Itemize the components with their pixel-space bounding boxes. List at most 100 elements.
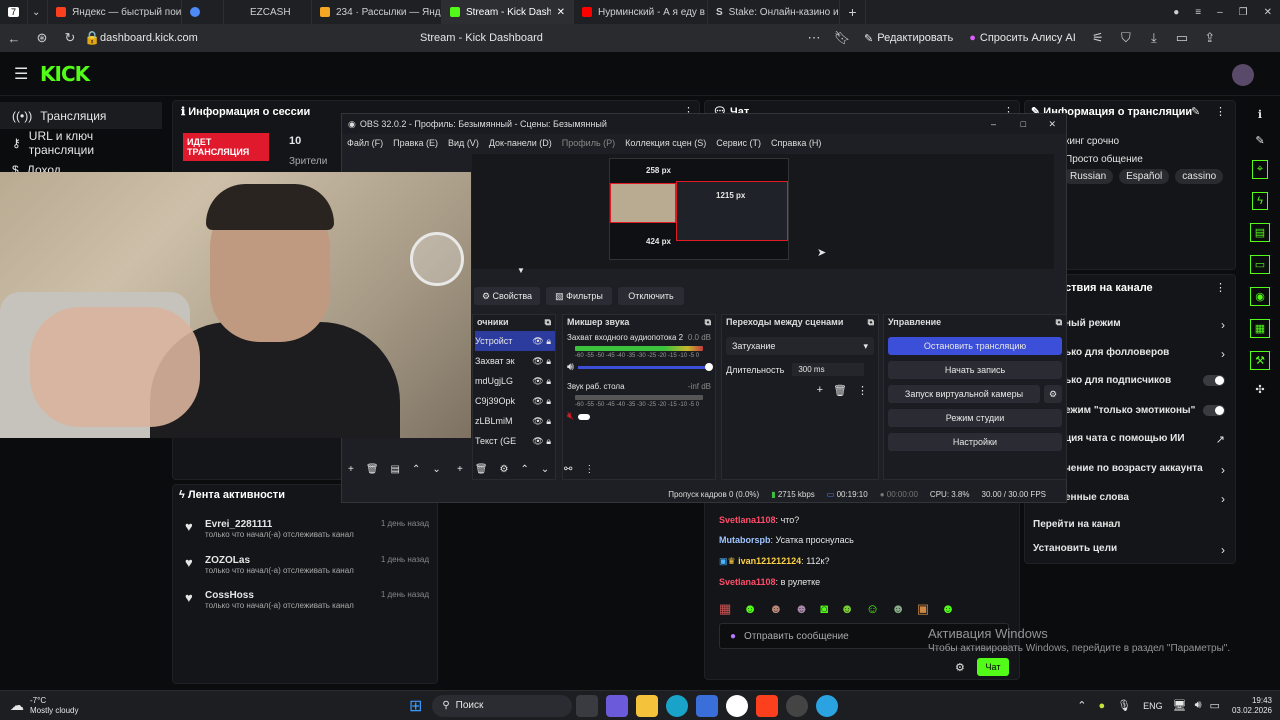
bookmark-icon[interactable]: 🔖︎: [828, 30, 856, 46]
emote-icon[interactable]: ▣: [917, 601, 929, 617]
reload-icon[interactable]: ↻: [56, 30, 84, 46]
obs-minimize-icon[interactable]: –: [991, 119, 996, 129]
menu-icon[interactable]: ≡: [1187, 0, 1209, 24]
duration-input[interactable]: 300 ms: [792, 363, 865, 376]
tag-chip[interactable]: cassino: [1175, 169, 1224, 184]
dock-float-icon[interactable]: ⧉: [545, 317, 551, 328]
link-icon[interactable]: ⚯: [564, 464, 572, 475]
list-item[interactable]: mdUgjLG 👁︎ 🔒︎: [475, 371, 555, 391]
dock-float-icon[interactable]: ⧉: [868, 317, 874, 328]
tab-yandex[interactable]: Яндекс — быстрый поиск: [48, 0, 182, 24]
task-view-icon[interactable]: [576, 694, 599, 717]
gear-icon[interactable]: ⚙: [500, 464, 509, 475]
extension-icon[interactable]: ⚟: [1084, 30, 1112, 46]
transition-select[interactable]: Затухание ▾: [726, 337, 874, 355]
move-up-icon[interactable]: ⌃: [412, 464, 420, 475]
mute-icon[interactable]: 🔇︎: [567, 410, 574, 423]
emote-icon[interactable]: ☻: [891, 601, 905, 617]
tab-stake[interactable]: S Stake: Онлайн-казино и с: [708, 0, 840, 24]
menu-help[interactable]: Справка (H): [771, 138, 821, 148]
studio-mode-button[interactable]: Режим студии: [888, 409, 1062, 427]
weather-widget[interactable]: ☁ -7°C Mostly cloudy: [0, 696, 180, 716]
mic-icon[interactable]: 🎙︎: [1117, 699, 1131, 712]
add-icon[interactable]: +: [817, 384, 823, 397]
more-icon[interactable]: ⋯: [800, 30, 828, 46]
subscribers-toggle[interactable]: [1203, 375, 1225, 386]
trash-icon[interactable]: 🗑︎: [475, 464, 488, 475]
dock-float-icon[interactable]: ⧉: [705, 317, 711, 328]
kick-logo[interactable]: KICK: [40, 62, 90, 86]
sidebar-item-stream[interactable]: ((•)) Трансляция: [0, 102, 162, 129]
properties-button[interactable]: ⚙ Свойства: [474, 287, 540, 305]
close-window-icon[interactable]: ✕: [1256, 0, 1280, 24]
setting-row[interactable]: ько для подписчиков: [1065, 375, 1225, 386]
table-icon[interactable]: ▦: [1249, 319, 1271, 338]
signal-icon[interactable]: ◉: [1250, 287, 1270, 306]
menu-docks[interactable]: Док-панели (D): [489, 138, 552, 148]
store-icon[interactable]: [696, 694, 719, 717]
edit-button[interactable]: ✎ Редактировать: [856, 29, 961, 48]
filter-icon[interactable]: ▤: [391, 464, 400, 475]
start-record-button[interactable]: Начать запись: [888, 361, 1062, 379]
emote-icon[interactable]: ☻: [941, 601, 955, 617]
preview-collapse-icon[interactable]: ▼: [517, 266, 525, 275]
emote-icon[interactable]: ☺: [866, 601, 879, 617]
volume-slider[interactable]: [577, 413, 590, 420]
move-down-icon[interactable]: ⌄: [432, 464, 440, 475]
pen-icon[interactable]: ✎: [1255, 134, 1264, 147]
menu-tools[interactable]: Сервис (T): [716, 138, 761, 148]
add-icon[interactable]: +: [348, 464, 354, 475]
actions-menu-icon[interactable]: ⋮: [1215, 281, 1226, 294]
list-icon[interactable]: ▤: [1249, 223, 1271, 242]
alice-button[interactable]: ● Спросить Алису AI: [961, 29, 1084, 47]
setting-row[interactable]: Установить цели ›: [1033, 543, 1225, 557]
more-vertical-icon[interactable]: ⋮: [584, 464, 594, 475]
yandex-shield-icon[interactable]: ⊛: [28, 30, 56, 46]
windows-start-icon[interactable]: ⊞: [409, 696, 422, 716]
menu-file[interactable]: Файл (F): [347, 138, 383, 148]
disable-button[interactable]: Отключить: [618, 287, 684, 305]
emote-icon[interactable]: ☻: [840, 601, 854, 617]
edit-info-icon[interactable]: ✎: [1191, 105, 1200, 118]
obs-close-icon[interactable]: ✕: [1048, 119, 1056, 130]
dock-float-icon[interactable]: ⧉: [1056, 317, 1062, 328]
back-icon[interactable]: ←: [0, 31, 28, 46]
send-chat-button[interactable]: Чат: [977, 658, 1009, 676]
yandex-browser-icon[interactable]: [726, 694, 749, 717]
tray-app-icon[interactable]: ●: [1099, 700, 1106, 712]
url-text[interactable]: dashboard.kick.com: [100, 32, 420, 44]
trash-icon[interactable]: 🗑︎: [366, 464, 379, 475]
yandex-icon[interactable]: [756, 694, 779, 717]
taskbar-search[interactable]: ⚲ Поиск: [432, 694, 573, 717]
vcam-settings-icon[interactable]: ⚙: [1044, 385, 1062, 403]
obs-preview-area[interactable]: 258 px 1215 px 424 px ➤: [472, 154, 1054, 269]
list-item[interactable]: Текст (GE 👁︎ 🔒︎: [475, 431, 555, 451]
tab-list-chevron-icon[interactable]: ⌄: [28, 0, 48, 24]
eye-icon[interactable]: 👁︎ 🔒︎: [532, 371, 551, 391]
hamburger-icon[interactable]: ☰: [14, 64, 28, 84]
setting-row[interactable]: ция чата с помощью ИИ ↗: [1065, 433, 1225, 446]
filters-button[interactable]: ▧ Фильтры: [546, 287, 612, 305]
eye-icon[interactable]: 👁︎ 🔒︎: [532, 411, 551, 431]
explorer-icon[interactable]: [636, 694, 659, 717]
more-vertical-icon[interactable]: ⋮: [857, 384, 868, 397]
info-icon[interactable]: ℹ: [1258, 108, 1262, 121]
network-icon[interactable]: 🖥︎: [1173, 699, 1187, 712]
move-up-icon[interactable]: ⌃: [521, 464, 529, 475]
list-item[interactable]: Устройст 👁︎ 🔒︎: [475, 331, 555, 351]
setting-row[interactable]: чение по возрасту аккаунта ›: [1065, 463, 1225, 477]
tag-chip[interactable]: Russian: [1063, 169, 1114, 184]
tray-chevron-icon[interactable]: ⌃: [1077, 699, 1086, 712]
edge-icon[interactable]: [666, 694, 689, 717]
maximize-icon[interactable]: ❐: [1231, 0, 1256, 24]
tab-kick-dashboard[interactable]: Stream - Kick Dashboard✕: [442, 0, 574, 24]
emote-icon[interactable]: ☻: [795, 601, 809, 617]
setting-row[interactable]: енные слова ›: [1065, 492, 1225, 506]
teams-icon[interactable]: [606, 694, 629, 717]
sidebar-item-url-key[interactable]: ⚷ URL и ключ трансляции: [0, 129, 162, 157]
menu-profile[interactable]: Профиль (P): [562, 138, 615, 148]
tab-ezcash[interactable]: EZCASH: [224, 0, 312, 24]
speaker-icon[interactable]: 🔊︎: [567, 361, 574, 374]
download-icon[interactable]: ⤓: [1140, 30, 1168, 46]
telegram-icon[interactable]: [816, 694, 839, 717]
